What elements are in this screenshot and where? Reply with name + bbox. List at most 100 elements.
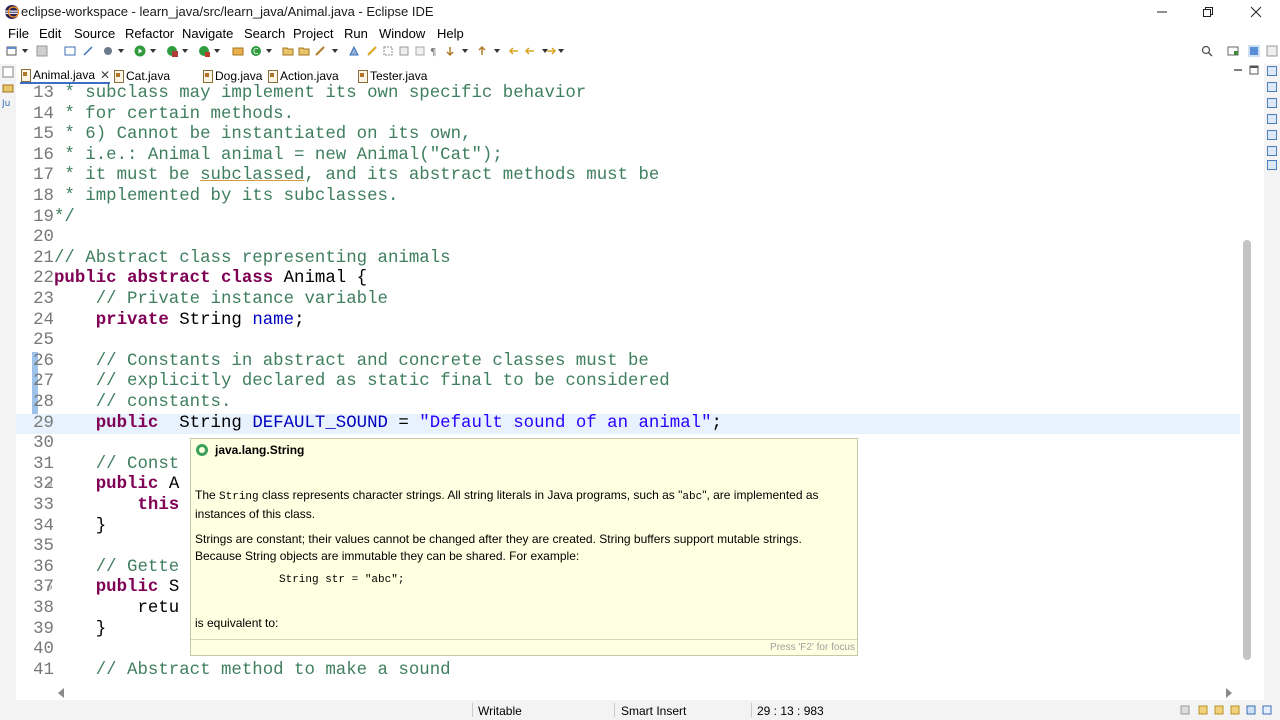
code-line[interactable]: 28 // constants. xyxy=(16,393,1240,414)
coverage-dropdown-icon[interactable] xyxy=(182,49,188,53)
progress-view-icon[interactable] xyxy=(1267,160,1277,170)
word-wrap-icon[interactable] xyxy=(398,45,410,57)
menu-window[interactable]: Window xyxy=(379,26,425,41)
run-dropdown-icon[interactable] xyxy=(150,49,156,53)
status-progress-icon[interactable] xyxy=(1262,705,1272,715)
code-line[interactable]: 29 public String DEFAULT_SOUND = "Defaul… xyxy=(16,413,1240,435)
debug-icon[interactable] xyxy=(102,45,114,57)
java-perspective-icon[interactable] xyxy=(1248,45,1260,57)
open-type-icon[interactable] xyxy=(282,45,294,57)
status-task-icon[interactable] xyxy=(1214,705,1224,715)
code-line[interactable]: 17 * it must be subclassed, and its abst… xyxy=(16,166,1240,187)
javadoc-view-icon[interactable]: Ju xyxy=(2,96,14,108)
new-dropdown-icon[interactable] xyxy=(22,49,28,53)
debug-perspective-icon[interactable] xyxy=(1266,45,1278,57)
menu-project[interactable]: Project xyxy=(293,26,333,41)
last-edit-location-icon[interactable] xyxy=(508,45,520,57)
menu-navigate[interactable]: Navigate xyxy=(182,26,233,41)
search-tool-dropdown-icon[interactable] xyxy=(332,49,338,53)
status-cursor-position[interactable]: 29 : 13 : 983 xyxy=(757,704,824,718)
javadoc-icon[interactable] xyxy=(1267,114,1277,124)
code-line[interactable]: 14 * for certain methods. xyxy=(16,105,1240,126)
code-line[interactable]: 15 * 6) Cannot be instantiated on its ow… xyxy=(16,125,1240,146)
new-package-icon[interactable]: C xyxy=(250,45,262,57)
problems-view-icon[interactable] xyxy=(1267,98,1277,108)
menu-search[interactable]: Search xyxy=(244,26,285,41)
code-line[interactable]: 19 */ xyxy=(16,208,1240,229)
terminal-icon[interactable] xyxy=(64,45,76,57)
new-icon[interactable] xyxy=(6,45,18,57)
tab-animal-java[interactable]: Animal.java ✕ xyxy=(20,67,111,84)
minimize-button[interactable] xyxy=(1139,0,1185,24)
menu-help[interactable]: Help xyxy=(437,26,464,41)
external-tools-icon[interactable] xyxy=(198,45,210,57)
code-line[interactable]: 21// Abstract class representing animals xyxy=(16,249,1240,270)
block-selection-icon[interactable] xyxy=(382,45,394,57)
toggle-highlight-icon[interactable] xyxy=(366,45,378,57)
code-line[interactable]: 13 * subclass may implement its own spec… xyxy=(16,84,1240,105)
status-insert-mode[interactable]: Smart Insert xyxy=(621,704,686,718)
code-line[interactable]: 27 // explicitly declared as static fina… xyxy=(16,372,1240,393)
status-tool-icon[interactable] xyxy=(1180,705,1190,715)
tab-action-java[interactable]: Action.java xyxy=(267,67,339,84)
package-explorer-icon[interactable] xyxy=(2,82,14,94)
code-line[interactable]: 41 // Abstract method to make a sound xyxy=(16,661,1240,682)
code-line[interactable]: 24 private String name; xyxy=(16,311,1240,332)
menu-file[interactable]: File xyxy=(8,26,29,41)
menu-run[interactable]: Run xyxy=(344,26,368,41)
back-icon[interactable] xyxy=(524,45,536,57)
open-perspective-icon[interactable] xyxy=(1227,45,1239,57)
show-whitespace-icon[interactable] xyxy=(414,45,426,57)
maximize-editor-icon[interactable] xyxy=(1248,64,1260,76)
previous-annotation-icon[interactable] xyxy=(476,45,488,57)
status-bookmark-icon[interactable] xyxy=(1198,705,1208,715)
code-line[interactable]: 25 xyxy=(16,331,1240,352)
tab-cat-java[interactable]: Cat.java xyxy=(113,67,170,84)
tab-close-icon[interactable]: ✕ xyxy=(100,68,110,82)
new-class-dropdown-icon[interactable] xyxy=(266,49,272,53)
external-tools-dropdown-icon[interactable] xyxy=(214,49,220,53)
next-annotation-dropdown-icon[interactable] xyxy=(462,49,468,53)
code-line[interactable]: 18 * implemented by its subclasses. xyxy=(16,187,1240,208)
code-line[interactable]: 26 // Constants in abstract and concrete… xyxy=(16,352,1240,373)
code-line[interactable]: 22 public abstract class Animal { xyxy=(16,269,1240,290)
restore-button[interactable] xyxy=(1185,0,1231,24)
editor-horizontal-scrollbar[interactable] xyxy=(56,686,1240,700)
next-annotation-icon[interactable] xyxy=(444,45,456,57)
new-java-project-icon[interactable] xyxy=(232,45,244,57)
outline-view-icon[interactable] xyxy=(1267,66,1277,76)
vertical-scroll-thumb[interactable] xyxy=(1243,240,1251,660)
previous-annotation-dropdown-icon[interactable] xyxy=(494,49,500,53)
minimize-editor-icon[interactable] xyxy=(1232,66,1244,74)
editor-vertical-scrollbar[interactable] xyxy=(1240,84,1254,686)
scroll-left-icon[interactable] xyxy=(58,688,64,698)
coverage-icon[interactable] xyxy=(166,45,178,57)
forward-dropdown-icon[interactable] xyxy=(558,49,564,53)
declaration-view-icon[interactable] xyxy=(1267,130,1277,140)
status-search-icon[interactable] xyxy=(1230,705,1240,715)
open-folder-icon[interactable] xyxy=(298,45,310,57)
fold-toggle-icon[interactable]: ⊖ xyxy=(47,578,52,599)
javadoc-hover-popup[interactable]: java.lang.String The String class repres… xyxy=(190,438,858,656)
tab-dog-java[interactable]: Dog.java xyxy=(202,67,262,84)
task-list-icon[interactable] xyxy=(1267,82,1277,92)
scroll-right-icon[interactable] xyxy=(1226,688,1232,698)
skip-breakpoints-icon[interactable] xyxy=(82,45,94,57)
save-icon[interactable] xyxy=(36,45,48,57)
console-view-icon[interactable] xyxy=(1267,146,1277,156)
search-icon[interactable] xyxy=(1201,45,1213,57)
code-line[interactable]: 16 * i.e.: Animal animal = new Animal("C… xyxy=(16,146,1240,167)
restore-view-icon[interactable] xyxy=(2,66,14,78)
forward-icon[interactable] xyxy=(545,45,557,57)
close-button[interactable] xyxy=(1233,0,1279,24)
fold-toggle-icon[interactable]: ⊖ xyxy=(47,475,52,496)
search-tool-icon[interactable] xyxy=(314,45,326,57)
run-icon[interactable] xyxy=(134,45,146,57)
tab-tester-java[interactable]: Tester.java xyxy=(357,67,427,84)
toggle-mark-occurrences-icon[interactable] xyxy=(348,45,360,57)
pilcrow-icon[interactable]: ¶ xyxy=(428,45,440,57)
code-line[interactable]: 20 xyxy=(16,228,1240,249)
debug-dropdown-icon[interactable] xyxy=(118,49,124,53)
status-console-icon[interactable] xyxy=(1246,705,1256,715)
menu-source[interactable]: Source xyxy=(74,26,115,41)
